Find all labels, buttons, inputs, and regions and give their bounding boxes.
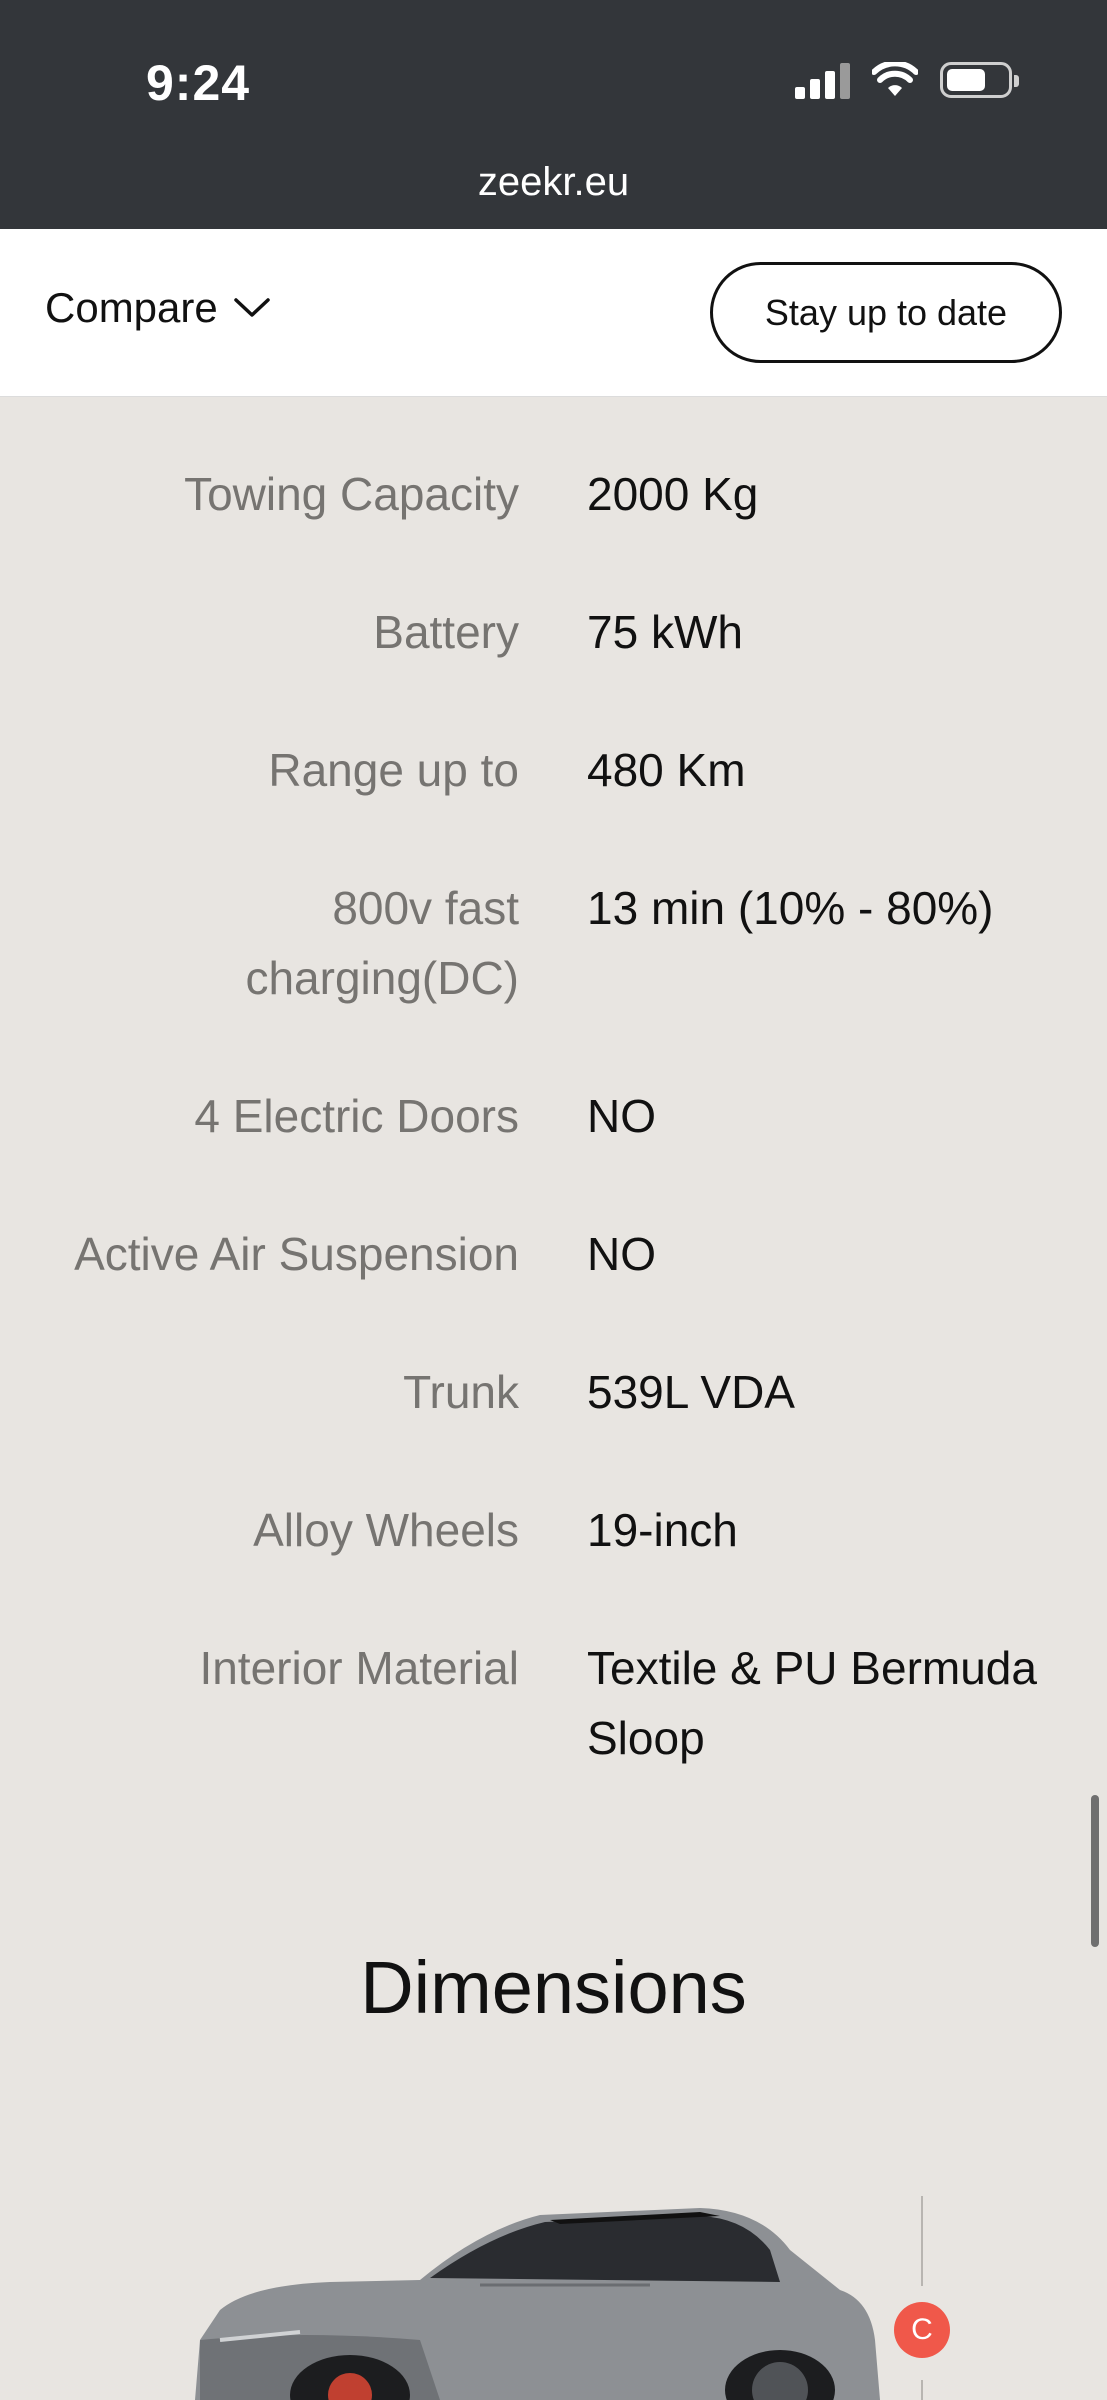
stay-up-to-date-button[interactable]: Stay up to date bbox=[710, 262, 1062, 363]
spec-value: Textile & PU Bermuda Sloop bbox=[587, 1642, 1037, 1764]
dimensions-title: Dimensions bbox=[360, 1946, 747, 2029]
status-icons bbox=[795, 58, 1019, 102]
spec-value: NO bbox=[587, 1090, 656, 1142]
spec-label: Alloy Wheels bbox=[253, 1504, 519, 1556]
spec-label: Trunk bbox=[403, 1366, 519, 1418]
chevron-down-icon bbox=[234, 298, 270, 317]
spec-value: 19-inch bbox=[587, 1504, 738, 1556]
spec-value: 75 kWh bbox=[587, 606, 743, 658]
spec-value: 539L VDA bbox=[587, 1366, 795, 1418]
site-header: Compare Stay up to date bbox=[0, 229, 1107, 397]
signal-icon bbox=[795, 61, 850, 99]
wifi-icon bbox=[872, 62, 918, 96]
compare-dropdown[interactable]: Compare bbox=[45, 284, 272, 332]
page: 9:24 zeekr.eu Compare Stay up to date To… bbox=[0, 0, 1107, 2400]
dimension-line bbox=[921, 2196, 923, 2286]
spec-value: 2000 Kg bbox=[587, 468, 759, 520]
battery-icon bbox=[940, 62, 1019, 98]
spec-label: Interior Material bbox=[199, 1642, 519, 1694]
car-image bbox=[195, 2208, 880, 2400]
spec-label: Active Air Suspension bbox=[74, 1228, 519, 1280]
status-bar: 9:24 zeekr.eu bbox=[0, 0, 1107, 229]
spec-label: Towing Capacity bbox=[184, 468, 519, 520]
spec-label: 800v fast charging(DC) bbox=[245, 882, 519, 1004]
spec-value: 480 Km bbox=[587, 744, 746, 796]
scrollbar[interactable] bbox=[1091, 1795, 1099, 1947]
url-bar[interactable]: zeekr.eu bbox=[0, 160, 1107, 205]
status-time: 9:24 bbox=[146, 55, 251, 111]
spec-label: 4 Electric Doors bbox=[194, 1090, 519, 1142]
spec-label: Range up to bbox=[268, 744, 519, 796]
spec-label: Battery bbox=[373, 606, 519, 658]
dimension-line bbox=[921, 2380, 923, 2400]
chat-badge[interactable]: C bbox=[894, 2302, 950, 2358]
spec-value: 13 min (10% - 80%) bbox=[587, 882, 994, 934]
compare-label: Compare bbox=[45, 284, 218, 331]
spec-value: NO bbox=[587, 1228, 656, 1280]
